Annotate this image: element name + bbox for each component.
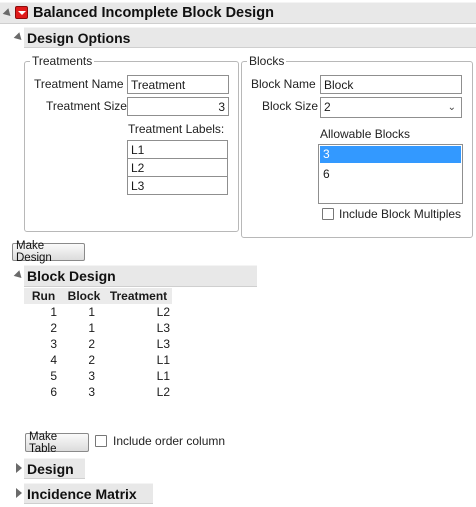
- run-cell: 5: [50, 369, 57, 383]
- block-cell: 1: [88, 305, 95, 319]
- red-triangle-menu-icon[interactable]: [15, 6, 28, 19]
- block-name-label: Block Name: [251, 77, 316, 91]
- treatment-size-label: Treatment Size: [46, 99, 127, 113]
- incidence-matrix-disclosure-icon[interactable]: [16, 488, 22, 498]
- include-block-multiples-label: Include Block Multiples: [339, 207, 462, 221]
- treatment-label-input-3[interactable]: L3: [127, 176, 228, 195]
- table-row: 3 2 L3: [24, 336, 172, 352]
- treatment-size-input[interactable]: 3: [127, 97, 229, 116]
- treatment-cell: L1: [156, 353, 170, 367]
- table-row: 1 1 L2: [24, 304, 172, 320]
- column-header-run: Run: [24, 288, 63, 304]
- design-disclosure-icon[interactable]: [16, 463, 22, 473]
- treatment-label-input-2[interactable]: L2: [127, 158, 228, 177]
- include-block-multiples-checkbox[interactable]: [322, 208, 334, 220]
- block-design-disclosure-icon[interactable]: [13, 270, 25, 281]
- allowable-blocks-list[interactable]: 3 6: [318, 144, 463, 204]
- table-row: 2 1 L3: [24, 320, 172, 336]
- design-options-disclosure-icon[interactable]: [13, 32, 25, 43]
- run-cell: 2: [50, 321, 57, 335]
- table-row: 5 3 L1: [24, 368, 172, 384]
- include-order-column-checkbox[interactable]: [95, 435, 107, 447]
- treatment-cell: L3: [156, 337, 170, 351]
- allowable-blocks-label: Allowable Blocks: [320, 127, 411, 141]
- chevron-down-icon: ⌄: [447, 102, 456, 113]
- make-design-button[interactable]: Make Design: [12, 240, 85, 264]
- allowable-block-option[interactable]: 6: [320, 166, 461, 183]
- blocks-legend: Blocks: [249, 54, 285, 68]
- block-design-title: Block Design: [27, 268, 116, 284]
- design-options-title: Design Options: [27, 30, 131, 46]
- run-cell: 3: [50, 337, 57, 351]
- make-table-button[interactable]: Make Table: [25, 431, 89, 455]
- treatment-cell: L2: [156, 305, 170, 319]
- block-size-select[interactable]: 2 ⌄: [320, 97, 462, 118]
- treatments-legend: Treatments: [32, 54, 93, 68]
- treatment-cell: L2: [156, 385, 170, 399]
- run-cell: 4: [50, 353, 57, 367]
- block-design-table: Run Block Treatment 1 1 L2 2 1 L3 3 2 L3…: [24, 288, 172, 400]
- include-order-column-label: Include order column: [113, 434, 226, 448]
- treatment-name-input[interactable]: Treatment: [127, 75, 229, 94]
- block-cell: 1: [88, 321, 95, 335]
- report-title: Balanced Incomplete Block Design: [33, 5, 274, 21]
- design-title: Design: [27, 461, 74, 477]
- column-header-block: Block: [63, 288, 105, 304]
- block-size-label: Block Size: [262, 99, 319, 113]
- block-cell: 2: [88, 353, 95, 367]
- block-size-value: 2: [324, 100, 331, 114]
- block-cell: 2: [88, 337, 95, 351]
- run-cell: 6: [50, 385, 57, 399]
- run-cell: 1: [50, 305, 57, 319]
- treatment-name-label: Treatment Name: [34, 77, 124, 91]
- allowable-block-option-selected[interactable]: 3: [320, 146, 461, 163]
- treatment-label-input-1[interactable]: L1: [127, 140, 228, 159]
- treatment-cell: L1: [156, 369, 170, 383]
- incidence-matrix-title: Incidence Matrix: [27, 486, 137, 502]
- column-header-treatment: Treatment: [105, 288, 172, 304]
- table-row: 6 3 L2: [24, 384, 172, 400]
- treatment-cell: L3: [156, 321, 170, 335]
- block-name-input[interactable]: Block: [320, 75, 462, 94]
- treatment-labels-label: Treatment Labels:: [128, 122, 225, 136]
- block-cell: 3: [88, 385, 95, 399]
- table-row: 4 2 L1: [24, 352, 172, 368]
- block-cell: 3: [88, 369, 95, 383]
